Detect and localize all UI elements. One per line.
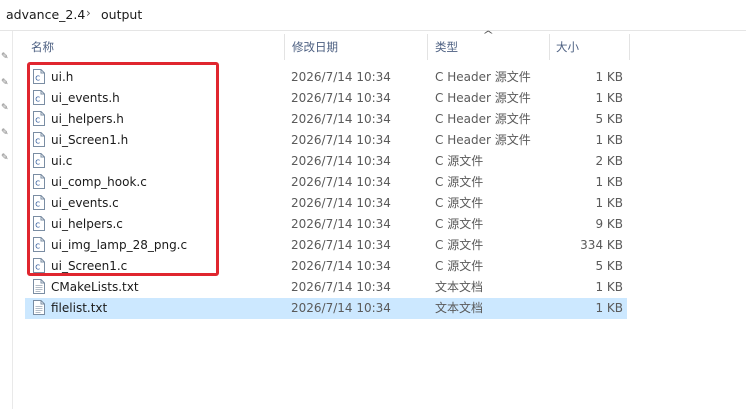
file-size: 2 KB <box>595 154 623 168</box>
chevron-right-icon[interactable]: › <box>86 6 91 20</box>
file-size: 1 KB <box>595 91 623 105</box>
file-type: C 源文件 <box>435 259 484 273</box>
file-date: 2026/7/14 10:34 <box>291 70 391 84</box>
file-type: C 源文件 <box>435 154 484 168</box>
file-type: C Header 源文件 <box>435 112 531 126</box>
column-divider[interactable] <box>549 34 550 60</box>
file-date: 2026/7/14 10:34 <box>291 259 391 273</box>
navigation-pane: ✎ ✎ ✎ ✎ ✎ <box>0 31 13 409</box>
file-size: 1 KB <box>595 280 623 294</box>
pin-icon: ✎ <box>1 128 9 138</box>
file-date: 2026/7/14 10:34 <box>291 175 391 189</box>
file-type: C 源文件 <box>435 238 484 252</box>
file-row[interactable]: CMakeLists.txt 2026/7/14 10:34 文本文档 1 KB <box>25 277 627 298</box>
address-bar[interactable]: advance_2.4 › output <box>0 0 746 31</box>
file-date: 2026/7/14 10:34 <box>291 196 391 210</box>
file-date: 2026/7/14 10:34 <box>291 238 391 252</box>
column-header-date[interactable]: 修改日期 <box>292 31 338 63</box>
column-divider[interactable] <box>629 34 630 60</box>
file-size: 1 KB <box>595 196 623 210</box>
file-type: C Header 源文件 <box>435 70 531 84</box>
file-date: 2026/7/14 10:34 <box>291 133 391 147</box>
column-divider[interactable] <box>284 34 285 60</box>
column-header-type[interactable]: 类型 <box>435 31 458 63</box>
file-date: 2026/7/14 10:34 <box>291 301 391 315</box>
file-size: 1 KB <box>595 175 623 189</box>
file-date: 2026/7/14 10:34 <box>291 112 391 126</box>
file-name[interactable]: CMakeLists.txt <box>51 277 139 298</box>
column-divider[interactable] <box>427 34 428 60</box>
file-date: 2026/7/14 10:34 <box>291 217 391 231</box>
pin-icon: ✎ <box>1 52 9 62</box>
file-date: 2026/7/14 10:34 <box>291 154 391 168</box>
file-size: 9 KB <box>595 217 623 231</box>
file-name[interactable]: filelist.txt <box>51 298 107 319</box>
column-header-name[interactable]: 名称 <box>31 31 54 63</box>
file-type: C 源文件 <box>435 175 484 189</box>
file-type: C Header 源文件 <box>435 91 531 105</box>
file-size: 1 KB <box>595 301 623 315</box>
file-type: C 源文件 <box>435 196 484 210</box>
file-size: 334 KB <box>580 238 623 252</box>
column-header-size[interactable]: 大小 <box>556 31 579 63</box>
file-size: 1 KB <box>595 133 623 147</box>
text-file-icon <box>33 279 45 294</box>
file-row-selected[interactable]: filelist.txt 2026/7/14 10:34 文本文档 1 KB <box>25 298 627 319</box>
file-type: C 源文件 <box>435 217 484 231</box>
file-size: 5 KB <box>595 259 623 273</box>
file-date: 2026/7/14 10:34 <box>291 280 391 294</box>
pin-icon: ✎ <box>1 78 9 88</box>
file-date: 2026/7/14 10:34 <box>291 91 391 105</box>
file-type: 文本文档 <box>435 301 484 315</box>
highlight-annotation-box <box>27 62 219 276</box>
breadcrumb-advance[interactable]: advance_2.4 <box>6 7 85 22</box>
file-size: 5 KB <box>595 112 623 126</box>
file-type: C Header 源文件 <box>435 133 531 147</box>
pin-icon: ✎ <box>1 153 9 163</box>
sort-ascending-icon: ^ <box>482 30 495 41</box>
file-size: 1 KB <box>595 70 623 84</box>
file-type: 文本文档 <box>435 280 484 294</box>
pin-icon: ✎ <box>1 103 9 113</box>
column-header-row: 名称 修改日期 类型 大小 <box>13 31 746 63</box>
breadcrumb-output[interactable]: output <box>101 7 142 22</box>
text-file-icon <box>33 300 45 315</box>
